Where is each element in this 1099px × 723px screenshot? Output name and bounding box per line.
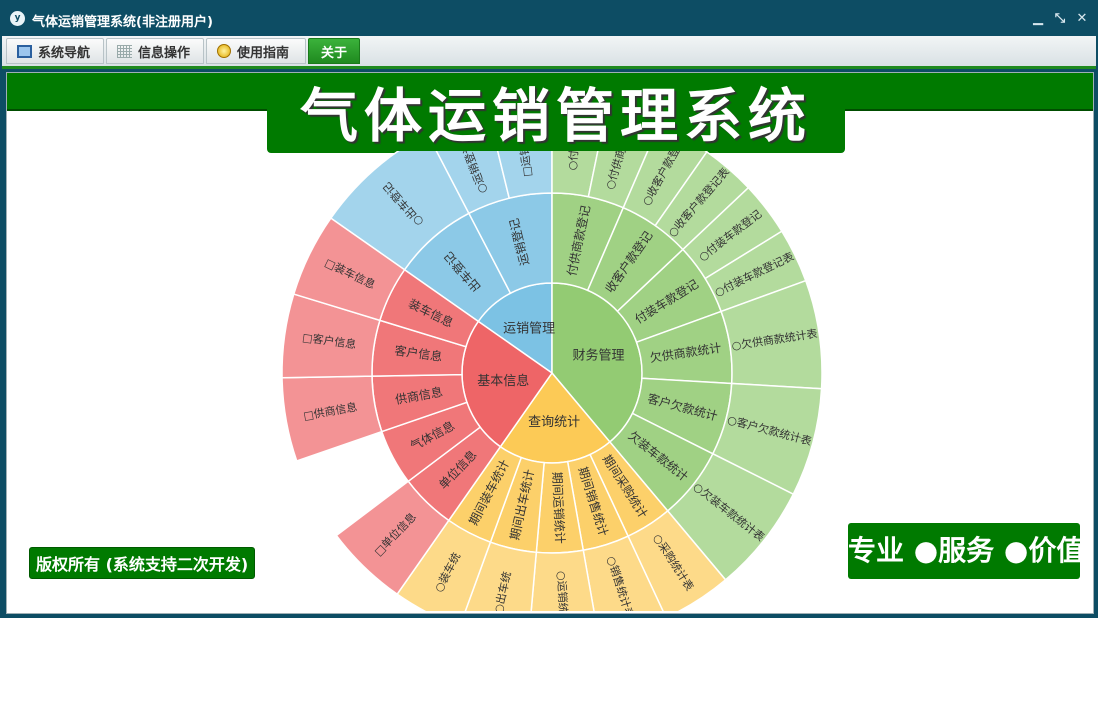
grid-icon <box>117 44 132 58</box>
minimize-icon[interactable]: ▁ <box>1029 10 1047 28</box>
monitor-icon <box>17 44 32 58</box>
leaf-sector[interactable] <box>281 375 383 462</box>
menu-label: 信息操作 <box>138 45 191 61</box>
sector-label[interactable]: 财务管理 <box>573 348 625 364</box>
slogan-badge: 专业 ●服务 ●价值 <box>848 523 1084 579</box>
help-disc-icon <box>217 44 231 58</box>
sector-label[interactable]: 查询统计 <box>528 415 580 430</box>
title-bar: y 气体运销管理系统(非注册用户) ▁ ⤡ ✕ <box>2 2 1096 36</box>
copyright-label: 版权所有 (系统支持二次开发) <box>29 547 256 579</box>
menu-label: 使用指南 <box>237 45 290 61</box>
window-title: 气体运销管理系统(非注册用户) <box>32 15 213 30</box>
menu-about[interactable]: 关于 <box>308 38 360 64</box>
sector-label[interactable]: 运销管理 <box>503 322 555 337</box>
restore-icon[interactable]: ⤡ <box>1051 10 1069 28</box>
menu-label: 系统导航 <box>38 45 91 61</box>
app-logo-icon: y <box>10 11 25 26</box>
sector-label[interactable]: 基本信息 <box>477 373 529 389</box>
menu-user-guide[interactable]: 使用指南 <box>206 38 306 64</box>
menu-divider <box>2 66 1096 69</box>
close-icon[interactable]: ✕ <box>1073 10 1091 28</box>
menu-label: 关于 <box>320 45 347 61</box>
leaf-label[interactable]: ○运销统计 <box>555 571 571 613</box>
menu-info-ops[interactable]: 信息操作 <box>106 38 204 64</box>
menu-system-nav[interactable]: 系统导航 <box>6 38 104 64</box>
menu-bar: 系统导航 信息操作 使用指南 关于 <box>2 36 1096 66</box>
main-content: 气体运销管理系统 运销管理 出车登记 ○出车登记 运销登记 ○运销登记表 □运销登记 财务管… <box>6 72 1094 614</box>
app-window: y 气体运销管理系统(非注册用户) ▁ ⤡ ✕ 系统导航 信息操作 使用指南 关… <box>0 0 1098 618</box>
